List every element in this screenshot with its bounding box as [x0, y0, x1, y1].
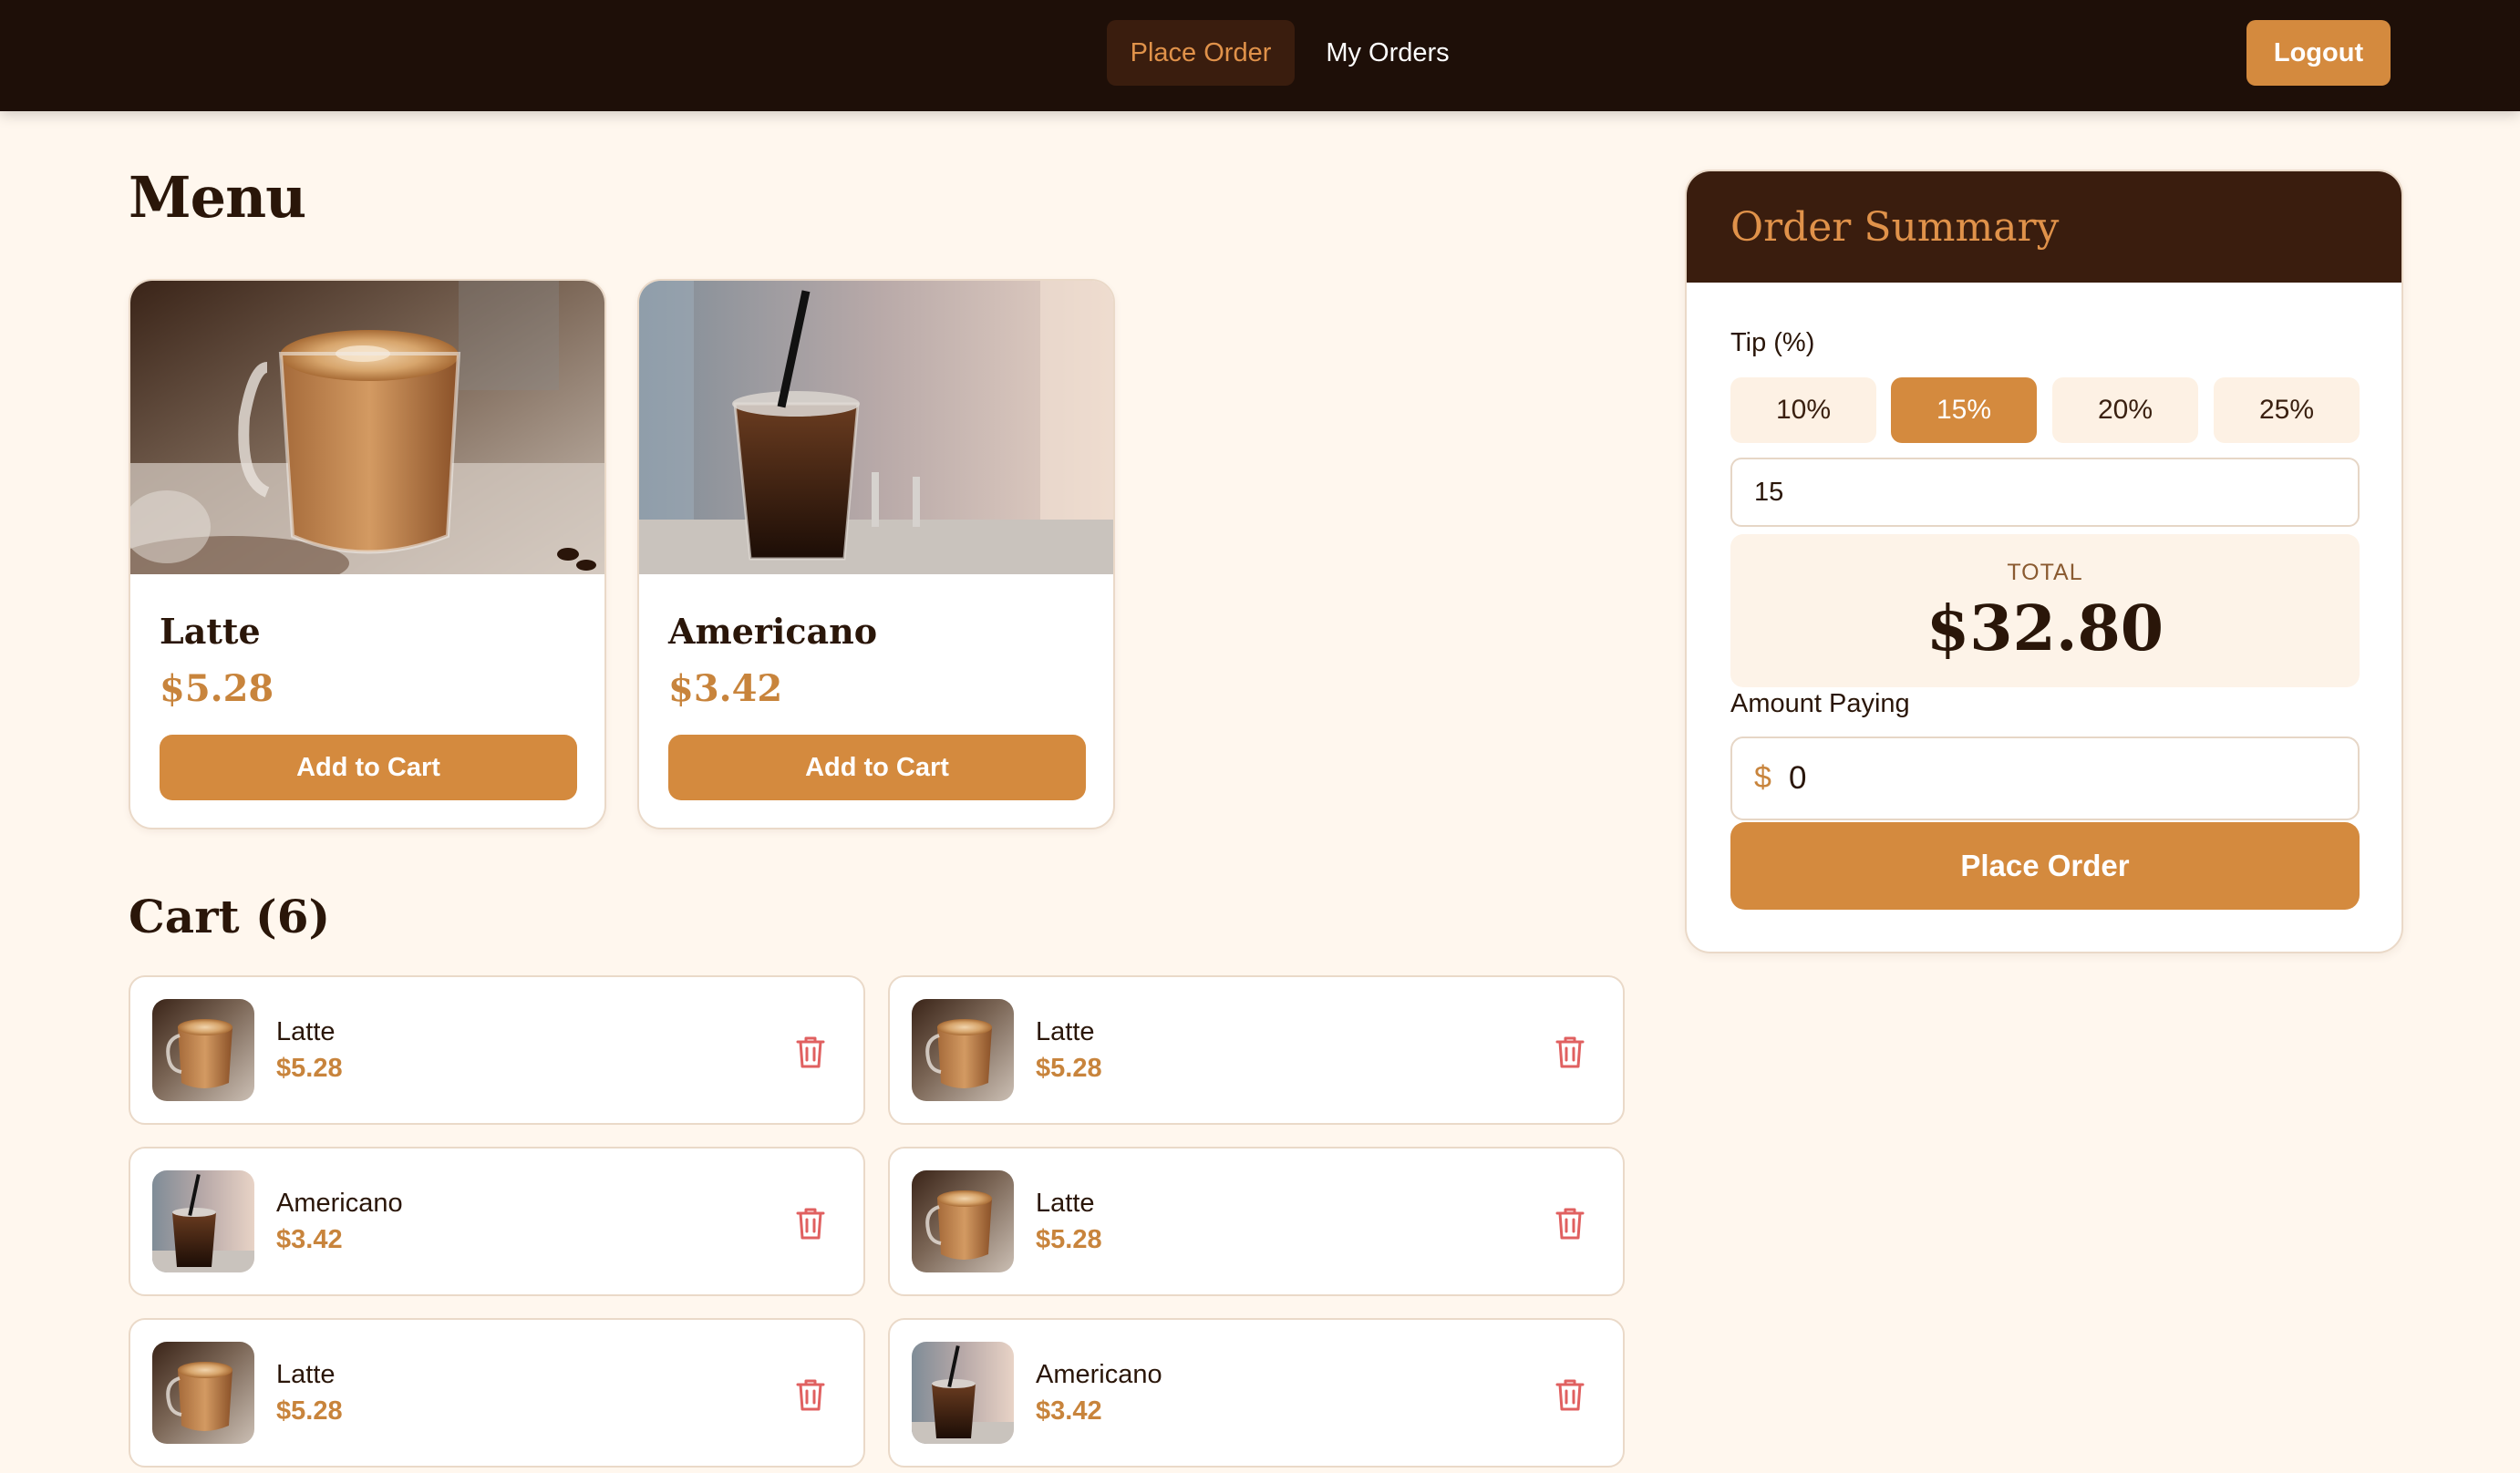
cart-item: Latte $5.28 [129, 975, 865, 1125]
add-to-cart-button[interactable]: Add to Cart [160, 735, 577, 800]
currency-symbol: $ [1754, 760, 1771, 795]
cart-item: Latte $5.28 [129, 1318, 865, 1468]
tip-percent-input[interactable] [1730, 458, 2360, 527]
place-order-button[interactable]: Place Order [1730, 822, 2360, 910]
tip-option-15[interactable]: 15% [1891, 377, 2037, 443]
cart-item-price: $3.42 [276, 1225, 343, 1254]
tip-option-25[interactable]: 25% [2214, 377, 2360, 443]
menu-heading: Menu [129, 164, 306, 231]
top-navbar: Place Order My Orders Logout [0, 0, 2520, 111]
cart-item-price: $5.28 [1036, 1225, 1102, 1254]
latte-thumbnail [912, 999, 1014, 1101]
tip-option-20[interactable]: 20% [2052, 377, 2198, 443]
nav-my-orders-button[interactable]: My Orders [1306, 20, 1470, 86]
cart-item-price: $5.28 [276, 1054, 343, 1083]
trash-icon[interactable] [794, 1376, 827, 1413]
latte-photo [130, 281, 604, 574]
order-summary-title: Order Summary [1730, 204, 2060, 251]
cart-heading: Cart (6) [129, 890, 331, 943]
cart-item-price: $3.42 [1036, 1396, 1102, 1426]
order-summary-panel: Order Summary Tip (%) 10% 15% 20% 25% TO… [1685, 170, 2403, 953]
trash-icon[interactable] [1554, 1034, 1586, 1070]
add-to-cart-button[interactable]: Add to Cart [668, 735, 1086, 800]
trash-icon[interactable] [794, 1205, 827, 1241]
total-value: $32.80 [1926, 592, 2164, 665]
trash-icon[interactable] [794, 1034, 827, 1070]
cart-item: Latte $5.28 [888, 975, 1625, 1125]
tip-label: Tip (%) [1730, 328, 1815, 357]
menu-item-name: Latte [160, 611, 261, 652]
menu-item-price: $5.28 [160, 667, 274, 710]
logout-button[interactable]: Logout [2246, 20, 2391, 86]
nav-place-order-button[interactable]: Place Order [1107, 20, 1295, 86]
menu-item-price: $3.42 [668, 667, 783, 710]
cart-item-name: Latte [276, 1017, 336, 1046]
tip-option-10[interactable]: 10% [1730, 377, 1876, 443]
total-label: TOTAL [2007, 560, 2083, 585]
cart-item-price: $5.28 [276, 1396, 343, 1426]
cart-item: Latte $5.28 [888, 1147, 1625, 1296]
menu-card-americano: Americano $3.42 Add to Cart [637, 279, 1115, 829]
total-box: TOTAL $32.80 [1730, 534, 2360, 687]
latte-thumbnail [152, 1342, 254, 1444]
latte-thumbnail [912, 1170, 1014, 1272]
americano-thumbnail [152, 1170, 254, 1272]
amount-paying-field: $ [1730, 736, 2360, 820]
americano-thumbnail [912, 1342, 1014, 1444]
menu-card-latte: Latte $5.28 Add to Cart [129, 279, 606, 829]
iced-americano-photo [639, 281, 1113, 574]
amount-paying-label: Amount Paying [1730, 689, 1910, 718]
cart-item-price: $5.28 [1036, 1054, 1102, 1083]
cart-item: Americano $3.42 [888, 1318, 1625, 1468]
menu-item-name: Americano [668, 611, 878, 652]
latte-thumbnail [152, 999, 254, 1101]
amount-paying-input[interactable] [1789, 747, 2336, 809]
cart-item-name: Americano [1036, 1360, 1162, 1389]
cart-item-name: Latte [276, 1360, 336, 1389]
cart-item: Americano $3.42 [129, 1147, 865, 1296]
cart-item-name: Latte [1036, 1017, 1095, 1046]
cart-item-name: Americano [276, 1189, 403, 1218]
cart-item-name: Latte [1036, 1189, 1095, 1218]
trash-icon[interactable] [1554, 1376, 1586, 1413]
order-summary-header: Order Summary [1687, 171, 2401, 283]
trash-icon[interactable] [1554, 1205, 1586, 1241]
